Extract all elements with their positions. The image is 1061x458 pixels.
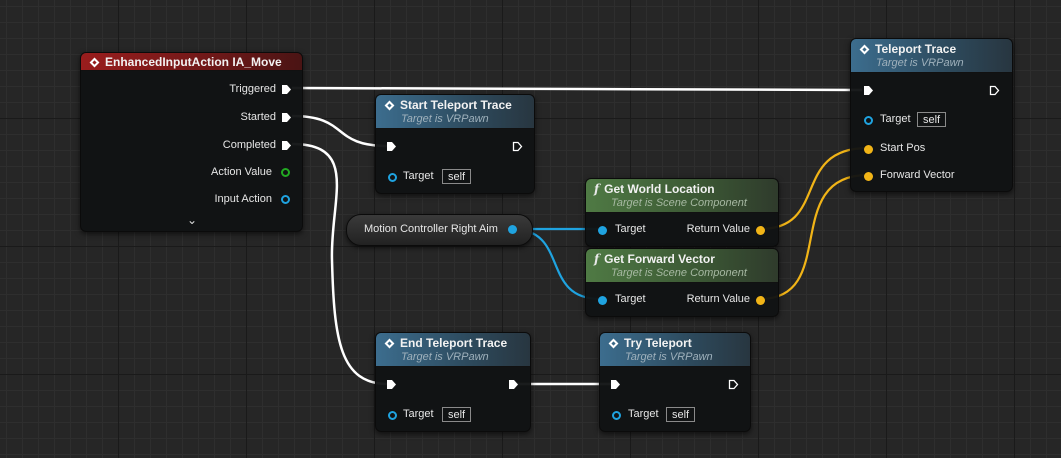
exec-out-pin[interactable] — [508, 379, 519, 390]
exec-out-pin[interactable] — [728, 379, 739, 390]
pin-label-target: Target — [615, 293, 646, 305]
node-subtitle: Target is Scene Component — [611, 197, 747, 209]
pin-label-return-value: Return Value — [686, 293, 750, 305]
exec-in-pin[interactable] — [386, 141, 397, 152]
target-self-field[interactable]: self — [666, 407, 696, 422]
node-subtitle: Target is Scene Component — [611, 267, 747, 279]
get-forward-vector-node[interactable]: f Get Forward Vector Target is Scene Comp… — [585, 248, 779, 317]
node-header: Start Teleport Trace Target is VRPawn — [376, 95, 534, 129]
node-title: EnhancedInputAction IA_Move — [105, 55, 282, 69]
exec-in-pin[interactable] — [610, 379, 621, 390]
pin-label-input-action: Input Action — [214, 193, 273, 205]
object-pin-output[interactable] — [508, 225, 517, 234]
node-subtitle: Target is VRPawn — [401, 113, 489, 125]
target-self-field[interactable]: self — [917, 112, 947, 127]
object-pin-target[interactable] — [598, 226, 607, 235]
pin-label-target: Target — [628, 408, 659, 420]
object-pin-input-action[interactable] — [281, 195, 290, 204]
vector-pin-start-pos[interactable] — [864, 145, 873, 154]
get-world-location-node[interactable]: f Get World Location Target is Scene Comp… — [585, 178, 779, 247]
motion-controller-right-aim-getter[interactable]: Motion Controller Right Aim — [346, 214, 533, 246]
struct-pin-action-value[interactable] — [281, 168, 290, 177]
object-pin-target[interactable] — [864, 116, 873, 125]
node-title: Get World Location — [604, 182, 715, 196]
wire-completed-to-end-trace — [291, 142, 389, 386]
node-title: Start Teleport Trace — [400, 98, 512, 112]
pin-label-start-pos: Start Pos — [880, 142, 926, 154]
node-title: Try Teleport — [624, 336, 692, 350]
node-subtitle: Target is VRPawn — [876, 57, 964, 69]
function-diamond-icon — [384, 100, 395, 110]
pin-label-target: Target — [615, 223, 646, 235]
wire-triggered-to-teleport-trace — [291, 86, 863, 92]
pin-label-target: Target — [403, 170, 434, 182]
chevron-down-icon[interactable]: ⌄ — [187, 213, 197, 227]
pin-label-forward-vector: Forward Vector — [880, 169, 955, 181]
function-diamond-icon — [384, 338, 395, 348]
node-header: EnhancedInputAction IA_Move — [81, 53, 302, 71]
pin-label-return-value: Return Value — [686, 223, 750, 235]
pin-label-target: Target — [880, 113, 911, 125]
end-teleport-trace-node[interactable]: End Teleport Trace Target is VRPawn Targ… — [375, 332, 531, 432]
node-header: End Teleport Trace Target is VRPawn — [376, 333, 530, 367]
exec-out-pin[interactable] — [989, 85, 1000, 96]
try-teleport-node[interactable]: Try Teleport Target is VRPawn Target sel… — [599, 332, 751, 432]
node-subtitle: Target is VRPawn — [625, 351, 713, 363]
node-subtitle: Target is VRPawn — [401, 351, 489, 363]
exec-pin-completed[interactable] — [281, 140, 292, 151]
exec-pin-started[interactable] — [281, 112, 292, 123]
function-f-icon: f — [594, 182, 600, 196]
node-header: f Get Forward Vector Target is Scene Comp… — [586, 249, 778, 283]
exec-in-pin[interactable] — [386, 379, 397, 390]
getter-label: Motion Controller Right Aim — [364, 223, 498, 235]
node-title: Get Forward Vector — [604, 252, 715, 266]
pin-label-triggered: Triggered — [229, 83, 276, 95]
function-diamond-icon — [859, 44, 870, 54]
node-header: f Get World Location Target is Scene Comp… — [586, 179, 778, 213]
start-teleport-trace-node[interactable]: Start Teleport Trace Target is VRPawn Ta… — [375, 94, 535, 194]
pin-label-started: Started — [240, 111, 276, 123]
function-f-icon: f — [594, 252, 600, 266]
node-header: Try Teleport Target is VRPawn — [600, 333, 750, 367]
pin-label-completed: Completed — [222, 139, 276, 151]
target-self-field[interactable]: self — [442, 407, 472, 422]
function-diamond-icon — [608, 338, 619, 348]
exec-out-pin[interactable] — [512, 141, 523, 152]
vector-pin-return-value[interactable] — [756, 226, 765, 235]
teleport-trace-node[interactable]: Teleport Trace Target is VRPawn Target s… — [850, 38, 1013, 192]
node-header: Teleport Trace Target is VRPawn — [851, 39, 1012, 73]
vector-pin-return-value[interactable] — [756, 296, 765, 305]
target-self-field[interactable]: self — [442, 169, 472, 184]
object-pin-target[interactable] — [388, 173, 397, 182]
object-pin-target[interactable] — [612, 411, 621, 420]
pin-label-action-value: Action Value — [211, 166, 272, 178]
exec-in-pin[interactable] — [863, 85, 874, 96]
vector-pin-forward-vector[interactable] — [864, 172, 873, 181]
object-pin-target[interactable] — [388, 411, 397, 420]
event-diamond-icon — [89, 57, 100, 67]
node-title: Teleport Trace — [875, 42, 957, 56]
enhanced-input-action-node[interactable]: EnhancedInputAction IA_Move Triggered St… — [80, 52, 303, 232]
object-pin-target[interactable] — [598, 296, 607, 305]
wire-started-to-start-trace — [291, 114, 389, 148]
pin-label-target: Target — [403, 408, 434, 420]
exec-pin-triggered[interactable] — [281, 84, 292, 95]
node-title: End Teleport Trace — [400, 336, 508, 350]
